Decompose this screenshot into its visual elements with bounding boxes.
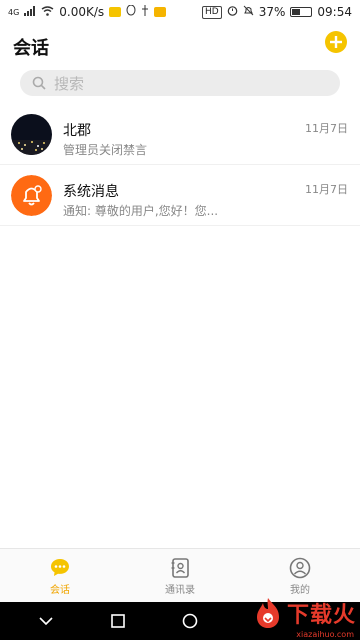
contacts-book-icon — [171, 557, 189, 578]
bottom-nav: 会话 通讯录 我的 — [0, 548, 360, 603]
battery-percent: 37% — [258, 5, 286, 19]
avatar — [11, 175, 52, 216]
search-icon — [32, 76, 46, 90]
notification-icon — [109, 7, 122, 17]
conversation-item[interactable]: 北郡 管理员关闭禁言 11月7日 — [0, 104, 360, 165]
battery-icon — [290, 7, 313, 17]
tab-label: 会话 — [50, 584, 70, 596]
watermark-sub: xiazaihuo.com — [296, 630, 354, 639]
conversation-time: 11月7日 — [305, 122, 348, 135]
conversation-name: 系统消息 — [63, 184, 119, 200]
conversation-preview: 管理员关闭禁言 — [63, 143, 148, 157]
search-input[interactable]: 搜索 — [20, 70, 340, 96]
chat-bubble-icon — [51, 558, 69, 576]
tab-label: 我的 — [290, 584, 310, 596]
add-button[interactable] — [324, 30, 348, 54]
tab-conversations[interactable]: 会话 — [0, 549, 120, 603]
signal-icon — [24, 5, 36, 19]
tab-profile[interactable]: 我的 — [240, 549, 360, 603]
bell-icon — [11, 175, 52, 216]
conversation-list: 北郡 管理员关闭禁言 11月7日 系统消息 通知: 尊敬的用户,您好！您... … — [0, 104, 360, 226]
user-icon — [289, 557, 311, 578]
network-indicator: 4G — [8, 7, 20, 17]
square-icon — [111, 614, 125, 628]
chevron-down-icon — [39, 617, 53, 625]
conversation-name: 北郡 — [63, 123, 91, 139]
back-button[interactable] — [16, 602, 76, 640]
mute-bell-icon — [243, 5, 254, 19]
clock: 09:54 — [317, 5, 352, 19]
flame-icon — [256, 598, 279, 628]
conversation-preview: 通知: 尊敬的用户,您好！您... — [63, 204, 219, 218]
tab-contacts[interactable]: 通讯录 — [120, 549, 240, 603]
watermark-text: 下载火 — [286, 603, 356, 628]
network-speed: 0.00K/s — [59, 5, 105, 19]
circle-icon — [182, 613, 198, 629]
qq-icon — [126, 4, 136, 19]
wifi-icon — [41, 5, 54, 19]
search-placeholder: 搜索 — [54, 74, 85, 93]
recents-button[interactable] — [88, 602, 148, 640]
mail-notification-icon — [154, 7, 167, 17]
header: 会话 — [0, 28, 360, 64]
usb-icon — [141, 5, 149, 19]
avatar — [11, 114, 52, 155]
status-bar: 4G 0.00K/s HD 37% 09:54 — [0, 0, 360, 24]
home-button[interactable] — [160, 602, 220, 640]
conversation-item[interactable]: 系统消息 通知: 尊敬的用户,您好！您... 11月7日 — [0, 165, 360, 226]
page-title: 会话 — [13, 38, 49, 59]
conversation-time: 11月7日 — [305, 183, 348, 196]
alarm-icon — [227, 5, 238, 19]
watermark-logo: 下载火 — [251, 596, 356, 630]
hd-badge: HD — [202, 5, 222, 19]
tab-label: 通讯录 — [165, 584, 195, 596]
plus-circle-icon — [325, 31, 347, 53]
